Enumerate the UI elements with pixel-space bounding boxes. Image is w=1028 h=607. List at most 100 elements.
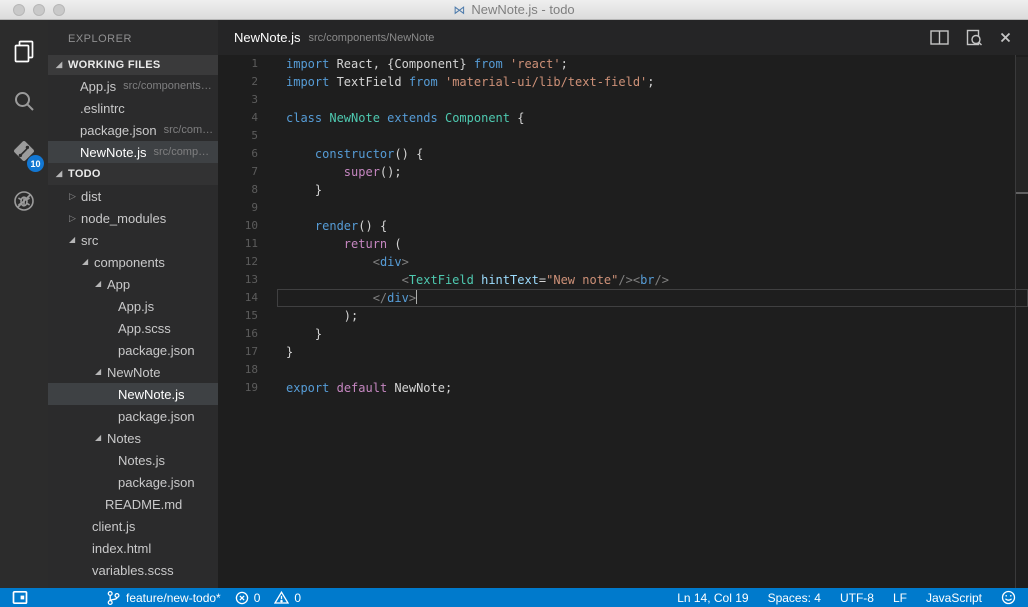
status-ln-14-col-19[interactable]: Ln 14, Col 19: [677, 592, 748, 604]
folder-label: node_modules: [81, 211, 166, 226]
folder-components[interactable]: ◢components: [48, 251, 218, 273]
code-line-17[interactable]: 17}: [218, 343, 1028, 361]
line-number: 2: [218, 73, 277, 91]
folder-src[interactable]: ◢src: [48, 229, 218, 251]
code-line-13[interactable]: 13 <TextField hintText="New note"/><br/>: [218, 271, 1028, 289]
folder-label: App: [107, 277, 130, 292]
open-file-name[interactable]: NewNote.js: [234, 30, 300, 45]
code-text: [277, 91, 1028, 109]
line-number: 6: [218, 145, 277, 163]
code-line-5[interactable]: 5: [218, 127, 1028, 145]
code-line-14[interactable]: 14 </div>: [218, 289, 1028, 307]
code-line-9[interactable]: 9: [218, 199, 1028, 217]
minimize-button[interactable]: [33, 4, 45, 16]
code-line-15[interactable]: 15 );: [218, 307, 1028, 325]
code-line-19[interactable]: 19export default NewNote;: [218, 379, 1028, 397]
status-spaces-4[interactable]: Spaces: 4: [768, 592, 821, 604]
code-line-6[interactable]: 6 constructor() {: [218, 145, 1028, 163]
code-line-3[interactable]: 3: [218, 91, 1028, 109]
file-variables.scss[interactable]: variables.scss: [48, 559, 218, 581]
file-label: package.json: [80, 123, 157, 138]
warning-icon: [274, 591, 289, 604]
folder-Notes[interactable]: ◢Notes: [48, 427, 218, 449]
working-files-header[interactable]: ◢ WORKING FILES: [48, 55, 218, 75]
editor-group: NewNote.js src/components/NewNote 1impor…: [218, 20, 1028, 588]
file-package.json[interactable]: package.json: [48, 339, 218, 361]
working-file-App.js[interactable]: App.jssrc/components…: [48, 75, 218, 97]
code-text: export default NewNote;: [277, 379, 1028, 397]
code-line-4[interactable]: 4class NewNote extends Component {: [218, 109, 1028, 127]
code-line-1[interactable]: 1import React, {Component} from 'react';: [218, 55, 1028, 73]
folder-node_modules[interactable]: ▷node_modules: [48, 207, 218, 229]
folder-NewNote[interactable]: ◢NewNote: [48, 361, 218, 383]
twistie-expanded-icon: ◢: [56, 170, 68, 178]
folder-label: components: [94, 255, 165, 270]
status-label: 0: [254, 592, 261, 604]
line-number: 8: [218, 181, 277, 199]
code-line-16[interactable]: 16 }: [218, 325, 1028, 343]
explorer-sidebar: EXPLORER ◢ WORKING FILES App.jssrc/compo…: [48, 20, 218, 588]
close-button[interactable]: [13, 4, 25, 16]
code-text: return (: [277, 235, 1028, 253]
status-error[interactable]: 0: [235, 591, 261, 605]
status-smiley[interactable]: [1001, 590, 1016, 605]
editor-title-bar: NewNote.js src/components/NewNote: [218, 20, 1028, 55]
code-line-2[interactable]: 2import TextField from 'material-ui/lib/…: [218, 73, 1028, 91]
activity-git-button[interactable]: 10: [0, 126, 48, 176]
folder-App[interactable]: ◢App: [48, 273, 218, 295]
file-App.scss[interactable]: App.scss: [48, 317, 218, 339]
split-editor-button[interactable]: [930, 30, 949, 45]
file-App.js[interactable]: App.js: [48, 295, 218, 317]
file-path-detail: src/comp…: [153, 146, 209, 158]
working-files-list: App.jssrc/components….eslintrcpackage.js…: [48, 75, 218, 163]
code-line-11[interactable]: 11 return (: [218, 235, 1028, 253]
code-text: [277, 361, 1028, 379]
editor-scrollbar[interactable]: [1015, 55, 1028, 588]
code-line-8[interactable]: 8 }: [218, 181, 1028, 199]
working-file-.eslintrc[interactable]: .eslintrc: [48, 97, 218, 119]
code-line-10[interactable]: 10 render() {: [218, 217, 1028, 235]
file-package.json[interactable]: package.json: [48, 471, 218, 493]
code-text: import React, {Component} from 'react';: [277, 55, 1028, 73]
activity-debug-button[interactable]: [0, 176, 48, 226]
line-number: 9: [218, 199, 277, 217]
status-lf[interactable]: LF: [893, 592, 907, 604]
twistie-collapsed-icon: ▷: [69, 192, 81, 201]
file-package.json[interactable]: package.json: [48, 405, 218, 427]
status-label: feature/new-todo*: [126, 592, 221, 604]
line-number: 11: [218, 235, 277, 253]
file-README.md[interactable]: README.md: [48, 493, 218, 515]
activity-files-button[interactable]: [0, 26, 48, 76]
line-number: 12: [218, 253, 277, 271]
file-NewNote.js[interactable]: NewNote.js: [48, 383, 218, 405]
code-line-7[interactable]: 7 super();: [218, 163, 1028, 181]
file-label: index.html: [92, 541, 151, 556]
working-file-package.json[interactable]: package.jsonsrc/com…: [48, 119, 218, 141]
twistie-expanded-icon: ◢: [82, 258, 94, 266]
preview-button[interactable]: [965, 29, 983, 46]
file-Notes.js[interactable]: Notes.js: [48, 449, 218, 471]
status-javascript[interactable]: JavaScript: [926, 592, 982, 604]
working-file-NewNote.js[interactable]: NewNote.jssrc/comp…: [48, 141, 218, 163]
smiley-icon: [1001, 590, 1016, 605]
code-line-12[interactable]: 12 <div>: [218, 253, 1028, 271]
file-label: package.json: [118, 475, 195, 490]
line-number: 10: [218, 217, 277, 235]
file-index.html[interactable]: index.html: [48, 537, 218, 559]
folder-dist[interactable]: ▷dist: [48, 185, 218, 207]
code-line-18[interactable]: 18: [218, 361, 1028, 379]
line-number: 17: [218, 343, 277, 361]
status-utf-8[interactable]: UTF-8: [840, 592, 874, 604]
scrollbar-slider[interactable]: [1016, 57, 1028, 194]
close-button[interactable]: [999, 31, 1012, 44]
status-warning[interactable]: 0: [274, 591, 301, 604]
activity-search-button[interactable]: [0, 76, 48, 126]
code-area[interactable]: 1import React, {Component} from 'react';…: [218, 55, 1028, 588]
status-branch[interactable]: feature/new-todo*: [106, 590, 221, 606]
folder-section-header[interactable]: ◢ TODO: [48, 163, 218, 185]
zoom-button[interactable]: [53, 4, 65, 16]
twistie-expanded-icon: ◢: [95, 368, 107, 376]
status-status-square[interactable]: [12, 590, 28, 605]
file-client.js[interactable]: client.js: [48, 515, 218, 537]
status-label: LF: [893, 592, 907, 604]
